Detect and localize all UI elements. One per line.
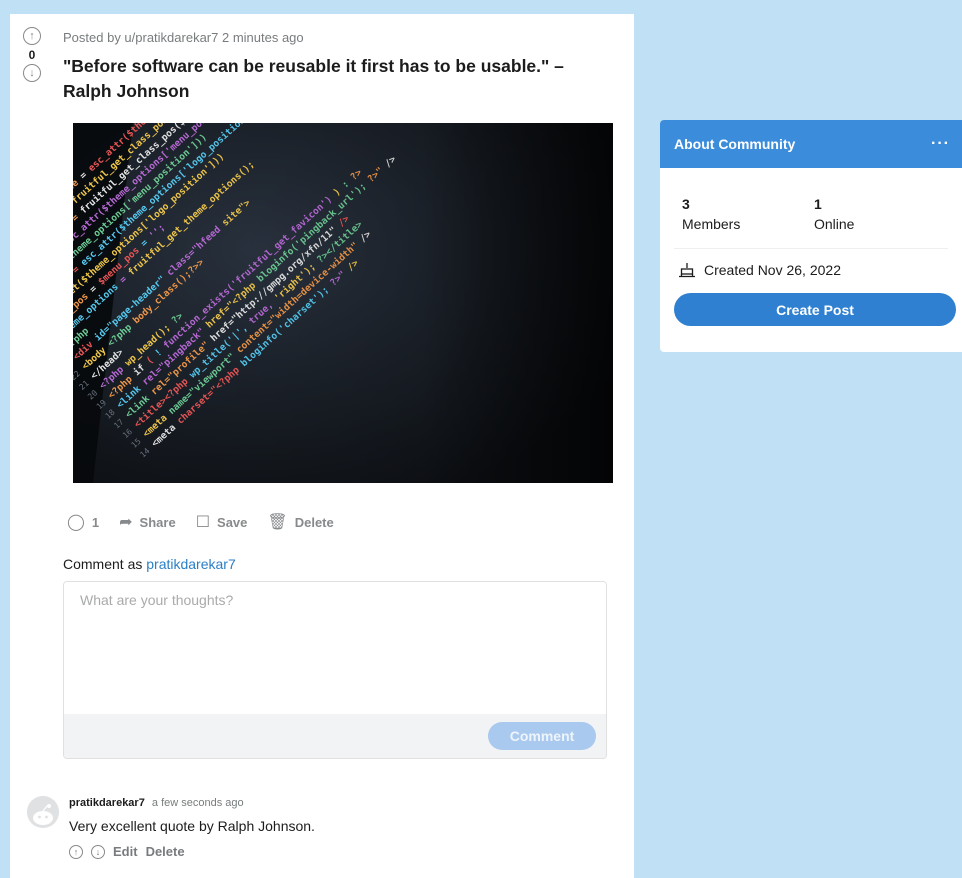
comment-as-label: Comment as pratikdarekar7 [63, 556, 236, 572]
members-label: Members [682, 216, 741, 232]
upvote-icon[interactable]: ↑ [23, 27, 41, 45]
post-actions: ◯ 1 ➦ Share ☐ Save 🗑 Delete [67, 512, 334, 532]
community-header: About Community ··· [660, 120, 962, 168]
about-community-card: About Community ··· 3 Members 1 Online C… [660, 120, 962, 352]
community-stats: 3 Members 1 Online [660, 168, 962, 234]
comment-as-prefix: Comment as [63, 556, 143, 572]
members-stat: 3 Members [682, 194, 814, 234]
community-created: Created Nov 26, 2022 [660, 249, 962, 279]
online-count: 1 [814, 196, 822, 212]
post-card: ↑ 0 ↓ Posted by u/pratikdarekar7 2 minut… [10, 14, 634, 878]
comment-input[interactable] [64, 582, 606, 716]
online-label: Online [814, 216, 855, 232]
community-title: About Community [674, 136, 796, 152]
created-date: Created Nov 26, 2022 [704, 262, 841, 278]
trash-icon: 🗑 [267, 514, 288, 531]
comment-upvote-icon[interactable]: ↑ [69, 844, 83, 859]
share-button[interactable]: ➦ Share [119, 512, 176, 532]
comment-box-footer: Comment [64, 714, 606, 758]
create-post-button[interactable]: Create Post [674, 293, 956, 326]
comment-submit-button[interactable]: Comment [488, 722, 596, 750]
online-stat: 1 Online [814, 194, 946, 234]
comment-delete-button[interactable]: Delete [146, 844, 185, 859]
comment-text: Very excellent quote by Ralph Johnson. [69, 818, 315, 834]
speech-bubble-icon: ◯ [67, 514, 85, 531]
cake-icon [679, 263, 695, 278]
code-screenshot-image: 14<meta charset="<?php bloginfo('charset… [73, 123, 613, 483]
delete-button[interactable]: 🗑 Delete [267, 512, 333, 532]
members-count: 3 [682, 196, 690, 212]
save-button[interactable]: ☐ Save [196, 512, 248, 532]
comment-author[interactable]: pratikdarekar7 [69, 797, 145, 809]
post-image[interactable]: 14<meta charset="<?php bloginfo('charset… [73, 123, 613, 483]
vote-column: ↑ 0 ↓ [10, 27, 54, 82]
reddit-avatar-icon[interactable] [27, 796, 59, 828]
comment-time: a few seconds ago [151, 797, 244, 809]
comments-count: 1 [91, 514, 100, 530]
avatar-image [27, 796, 59, 828]
share-label: Share [139, 514, 176, 530]
delete-label: Delete [294, 514, 334, 530]
comment-as-username[interactable]: pratikdarekar7 [146, 556, 236, 572]
comments-button[interactable]: ◯ 1 [67, 512, 99, 532]
more-options-icon[interactable]: ··· [931, 135, 950, 153]
comment-downvote-icon[interactable]: ↓ [91, 844, 105, 859]
post-meta: Posted by u/pratikdarekar7 2 minutes ago [63, 30, 304, 45]
save-label: Save [217, 514, 248, 530]
downvote-icon[interactable]: ↓ [23, 64, 41, 82]
vote-count: 0 [28, 48, 36, 62]
share-arrow-icon: ➦ [119, 514, 133, 531]
comment-header: pratikdarekar7 a few seconds ago [69, 797, 244, 809]
post-title: "Before software can be reusable it firs… [63, 56, 564, 101]
comment-edit-button[interactable]: Edit [113, 844, 138, 859]
bookmark-icon: ☐ [195, 514, 211, 531]
comment-box: Comment [63, 581, 607, 759]
comment-actions: ↑ ↓ Edit Delete [69, 844, 185, 859]
